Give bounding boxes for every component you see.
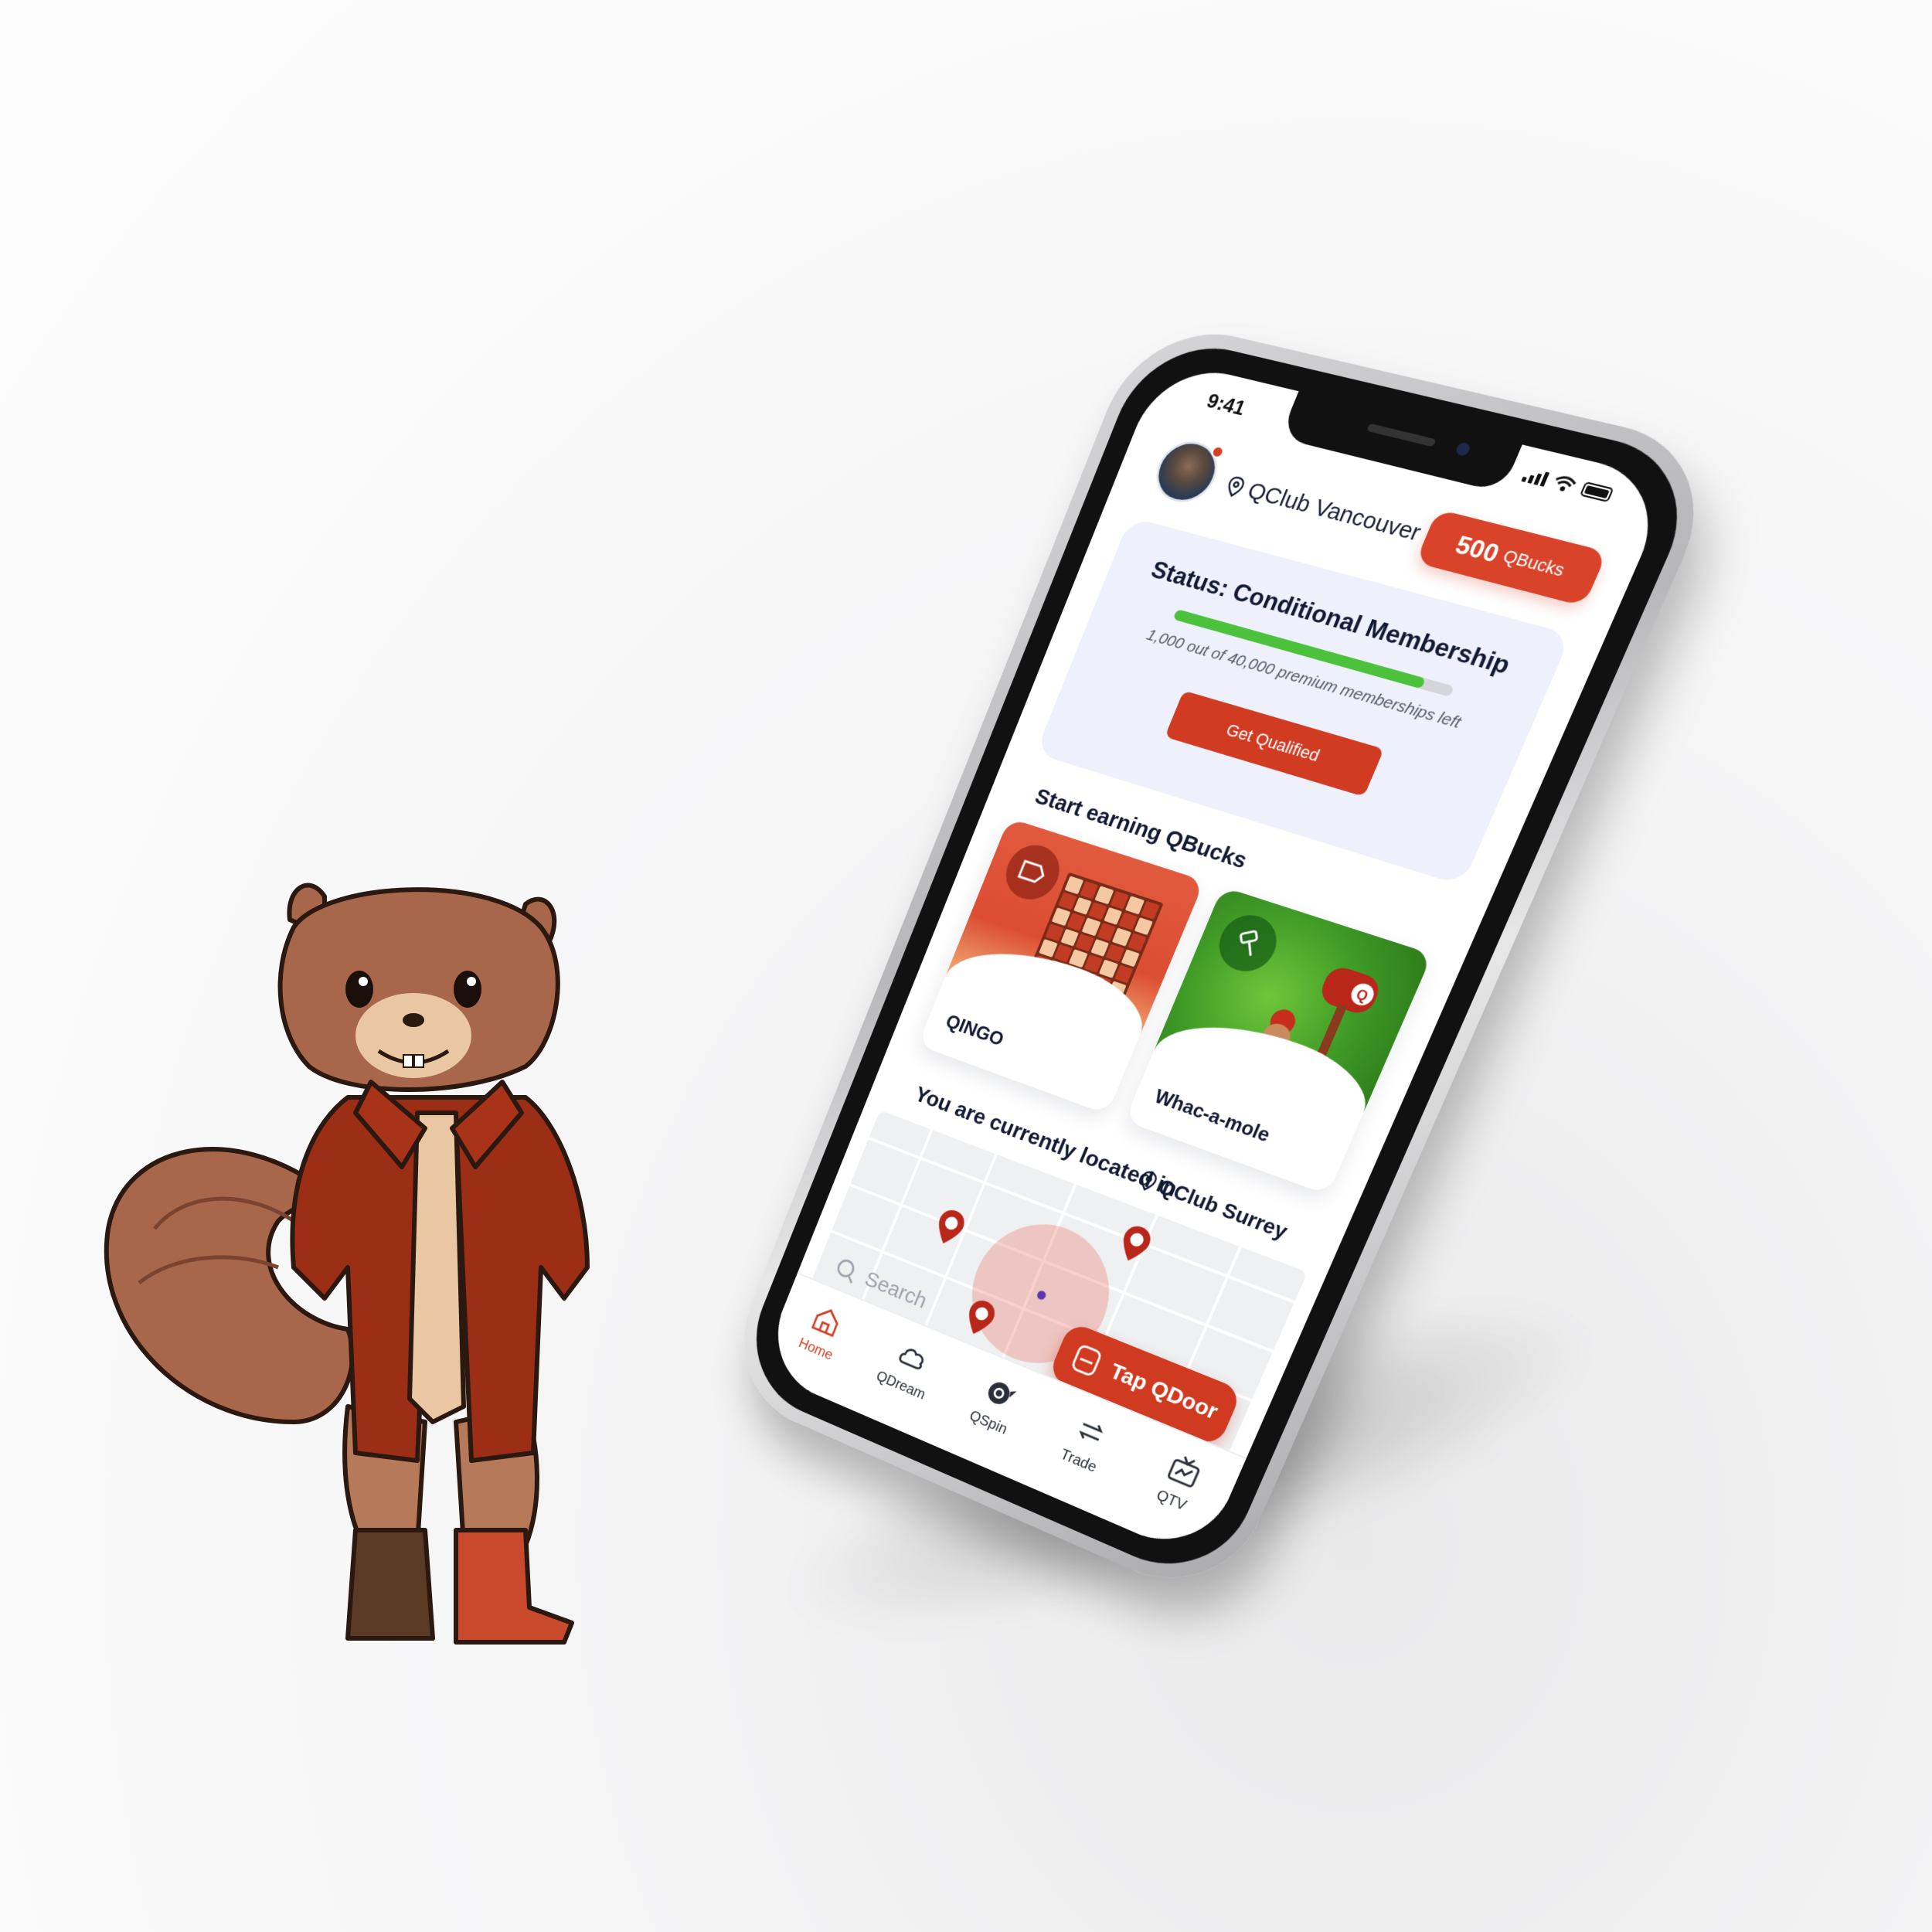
qbucks-amount: 500	[1451, 529, 1504, 568]
location-pin-icon	[1223, 474, 1247, 499]
squirrel-mascot-illustration	[93, 866, 726, 1654]
signal-icon	[1521, 468, 1549, 487]
current-club-location[interactable]: QClub Vancouver	[1223, 472, 1425, 547]
squirrel-boot-right	[456, 1530, 572, 1642]
wifi-icon	[1551, 474, 1578, 495]
get-qualified-button[interactable]: Get Qualified	[1165, 691, 1384, 797]
game-label-qingo: QINGO	[943, 1009, 1008, 1051]
qspin-icon	[980, 1373, 1021, 1415]
nav-item-qtv[interactable]: QTV	[1130, 1440, 1229, 1525]
home-icon	[808, 1301, 846, 1342]
nav-label-home: Home	[796, 1335, 835, 1364]
game-label-whac-a-mole: Whac-a-mole	[1151, 1084, 1274, 1147]
battery-icon	[1580, 481, 1614, 502]
nav-item-qdream[interactable]: QDream	[863, 1328, 954, 1408]
qdoor-icon	[1066, 1340, 1107, 1380]
trade-arrows-icon	[1070, 1410, 1112, 1453]
cloud-icon	[893, 1336, 933, 1377]
squirrel-boot-left	[348, 1530, 433, 1638]
status-time: 9:41	[1203, 389, 1249, 420]
nav-label-qtv: QTV	[1154, 1487, 1189, 1515]
nav-label-trade: Trade	[1058, 1446, 1099, 1476]
nav-item-qspin[interactable]: QSpin	[949, 1364, 1043, 1446]
location-label: QClub Vancouver	[1243, 478, 1425, 547]
nav-item-home[interactable]: Home	[779, 1293, 867, 1372]
nav-item-trade[interactable]: Trade	[1039, 1402, 1134, 1485]
qbucks-balance-button[interactable]: 500 QBucks	[1415, 509, 1607, 607]
club-map-marker[interactable]	[930, 1205, 970, 1250]
status-icons	[1521, 467, 1614, 504]
phone-scene: 9:41 QClub Vancouver 500 QBucks Status: …	[657, 325, 1816, 1700]
whac-a-mole-artwork: Q	[1154, 886, 1432, 1123]
tv-icon	[1162, 1450, 1206, 1493]
qingo-artwork	[945, 818, 1205, 1044]
qbucks-unit: QBucks	[1499, 546, 1567, 581]
